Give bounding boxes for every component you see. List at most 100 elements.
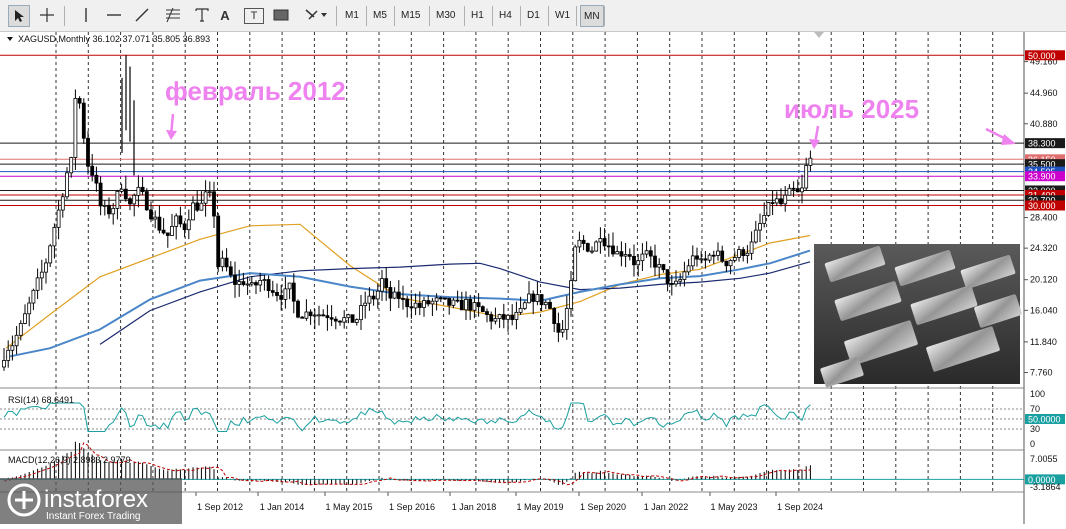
candle-body (535, 294, 540, 302)
fibonacci-icon[interactable] (162, 5, 184, 25)
timeframe-h1[interactable]: H1 (468, 5, 487, 25)
price-tick-label: 11.840 (1030, 337, 1057, 347)
timeframe-h4[interactable]: H4 (496, 5, 515, 25)
candle-body (753, 229, 758, 243)
candle-body (233, 274, 237, 285)
candle-body (291, 282, 296, 302)
timeframe-m1[interactable]: M1 (342, 5, 362, 25)
candle-body (434, 297, 439, 302)
timeframe-w1[interactable]: W1 (552, 5, 573, 25)
candle-body (548, 301, 552, 309)
candle-body (388, 287, 393, 299)
timeframe-mn[interactable]: MN (580, 5, 604, 27)
candle-body (682, 271, 687, 280)
candle-body (648, 250, 653, 257)
candle-body (262, 279, 267, 281)
rectangle-icon[interactable] (272, 5, 290, 25)
candle-body (501, 314, 506, 320)
candle-body (497, 314, 502, 319)
candle-body (741, 249, 746, 257)
candle-body (451, 299, 456, 306)
candle-body (350, 314, 355, 323)
candle-body (640, 253, 645, 262)
candle-body (270, 290, 275, 293)
time-tick-label: 1 Sep 2012 (197, 502, 243, 512)
cursor-icon[interactable] (8, 5, 30, 27)
candle-body (732, 257, 737, 261)
candle-body (338, 320, 342, 323)
price-tick-label: 20.120 (1030, 275, 1058, 285)
crosshair-icon[interactable] (36, 5, 58, 25)
candle-body (539, 294, 544, 306)
candle-body (359, 305, 363, 321)
candle-body (254, 282, 258, 286)
label-tool-button[interactable]: T (244, 8, 264, 24)
candle-body (216, 215, 221, 268)
candle-body (31, 289, 36, 304)
vertical-line-icon[interactable] (76, 5, 96, 25)
candle-body (569, 280, 573, 309)
text-icon[interactable] (192, 5, 212, 25)
candle-body (60, 196, 65, 211)
horizontal-line-icon[interactable] (104, 5, 124, 25)
timeframe-m15[interactable]: M15 (398, 5, 423, 25)
candle-body (728, 260, 733, 267)
price-tick-label: 40.880 (1030, 119, 1058, 129)
candle-body (296, 300, 300, 318)
chart-svg: 49.16044.96040.88028.40024.32020.12016.0… (0, 32, 1066, 524)
toolbar-separator (394, 6, 395, 26)
candle-body (606, 245, 611, 248)
candle-body (44, 262, 48, 273)
candle-body (39, 271, 44, 279)
candle-body (384, 278, 389, 288)
candle-body (762, 215, 767, 224)
price-tick-label: 24.320 (1030, 243, 1058, 253)
timeframe-d1[interactable]: D1 (524, 5, 543, 25)
time-tick-label: 1 May 2023 (710, 502, 757, 512)
candle-body (102, 204, 107, 207)
candle-body (468, 298, 473, 311)
candle-body (333, 318, 338, 322)
candle-body (132, 194, 137, 205)
candle-body (73, 98, 78, 158)
candle-body (661, 264, 666, 271)
timeframe-m30[interactable]: M30 (433, 5, 458, 25)
candle-body (745, 252, 750, 257)
candle-body (153, 216, 158, 220)
candle-body (380, 278, 384, 292)
candle-body (10, 345, 15, 351)
candle-body (644, 250, 649, 255)
time-tick-label: 1 Jan 2018 (452, 502, 497, 512)
price-tick-label: 28.400 (1030, 213, 1058, 223)
candle-body (405, 298, 410, 308)
candle-body (422, 300, 426, 308)
candle-body (493, 318, 498, 322)
rsi-tick-label: 70 (1030, 404, 1040, 414)
timeframe-m5[interactable]: M5 (370, 5, 390, 25)
candle-body (94, 174, 99, 184)
candle-body (627, 254, 632, 257)
candle-body (375, 290, 380, 300)
candle-body (128, 198, 132, 205)
candle-body (354, 319, 359, 323)
candle-body (426, 300, 431, 305)
price-tick-label: 7.760 (1030, 368, 1053, 378)
candle-body (266, 279, 271, 292)
candle-body (476, 302, 481, 308)
candle-body (287, 282, 292, 290)
candle-body (417, 302, 422, 308)
candle-body (791, 187, 796, 190)
annotation-jul-2025: июль 2025 (784, 94, 919, 124)
candle-body (615, 251, 620, 255)
candle-body (23, 313, 27, 324)
candle-body (472, 302, 477, 311)
candle-body (279, 295, 284, 300)
candle-body (237, 281, 242, 285)
trendline-icon[interactable] (132, 5, 152, 25)
shapes-dropdown-icon[interactable] (302, 5, 330, 25)
candle-body (711, 254, 716, 257)
candle-body (69, 157, 74, 174)
candle-body (396, 291, 401, 299)
text-tool-button[interactable]: A (216, 5, 234, 25)
candle-body (653, 255, 657, 268)
